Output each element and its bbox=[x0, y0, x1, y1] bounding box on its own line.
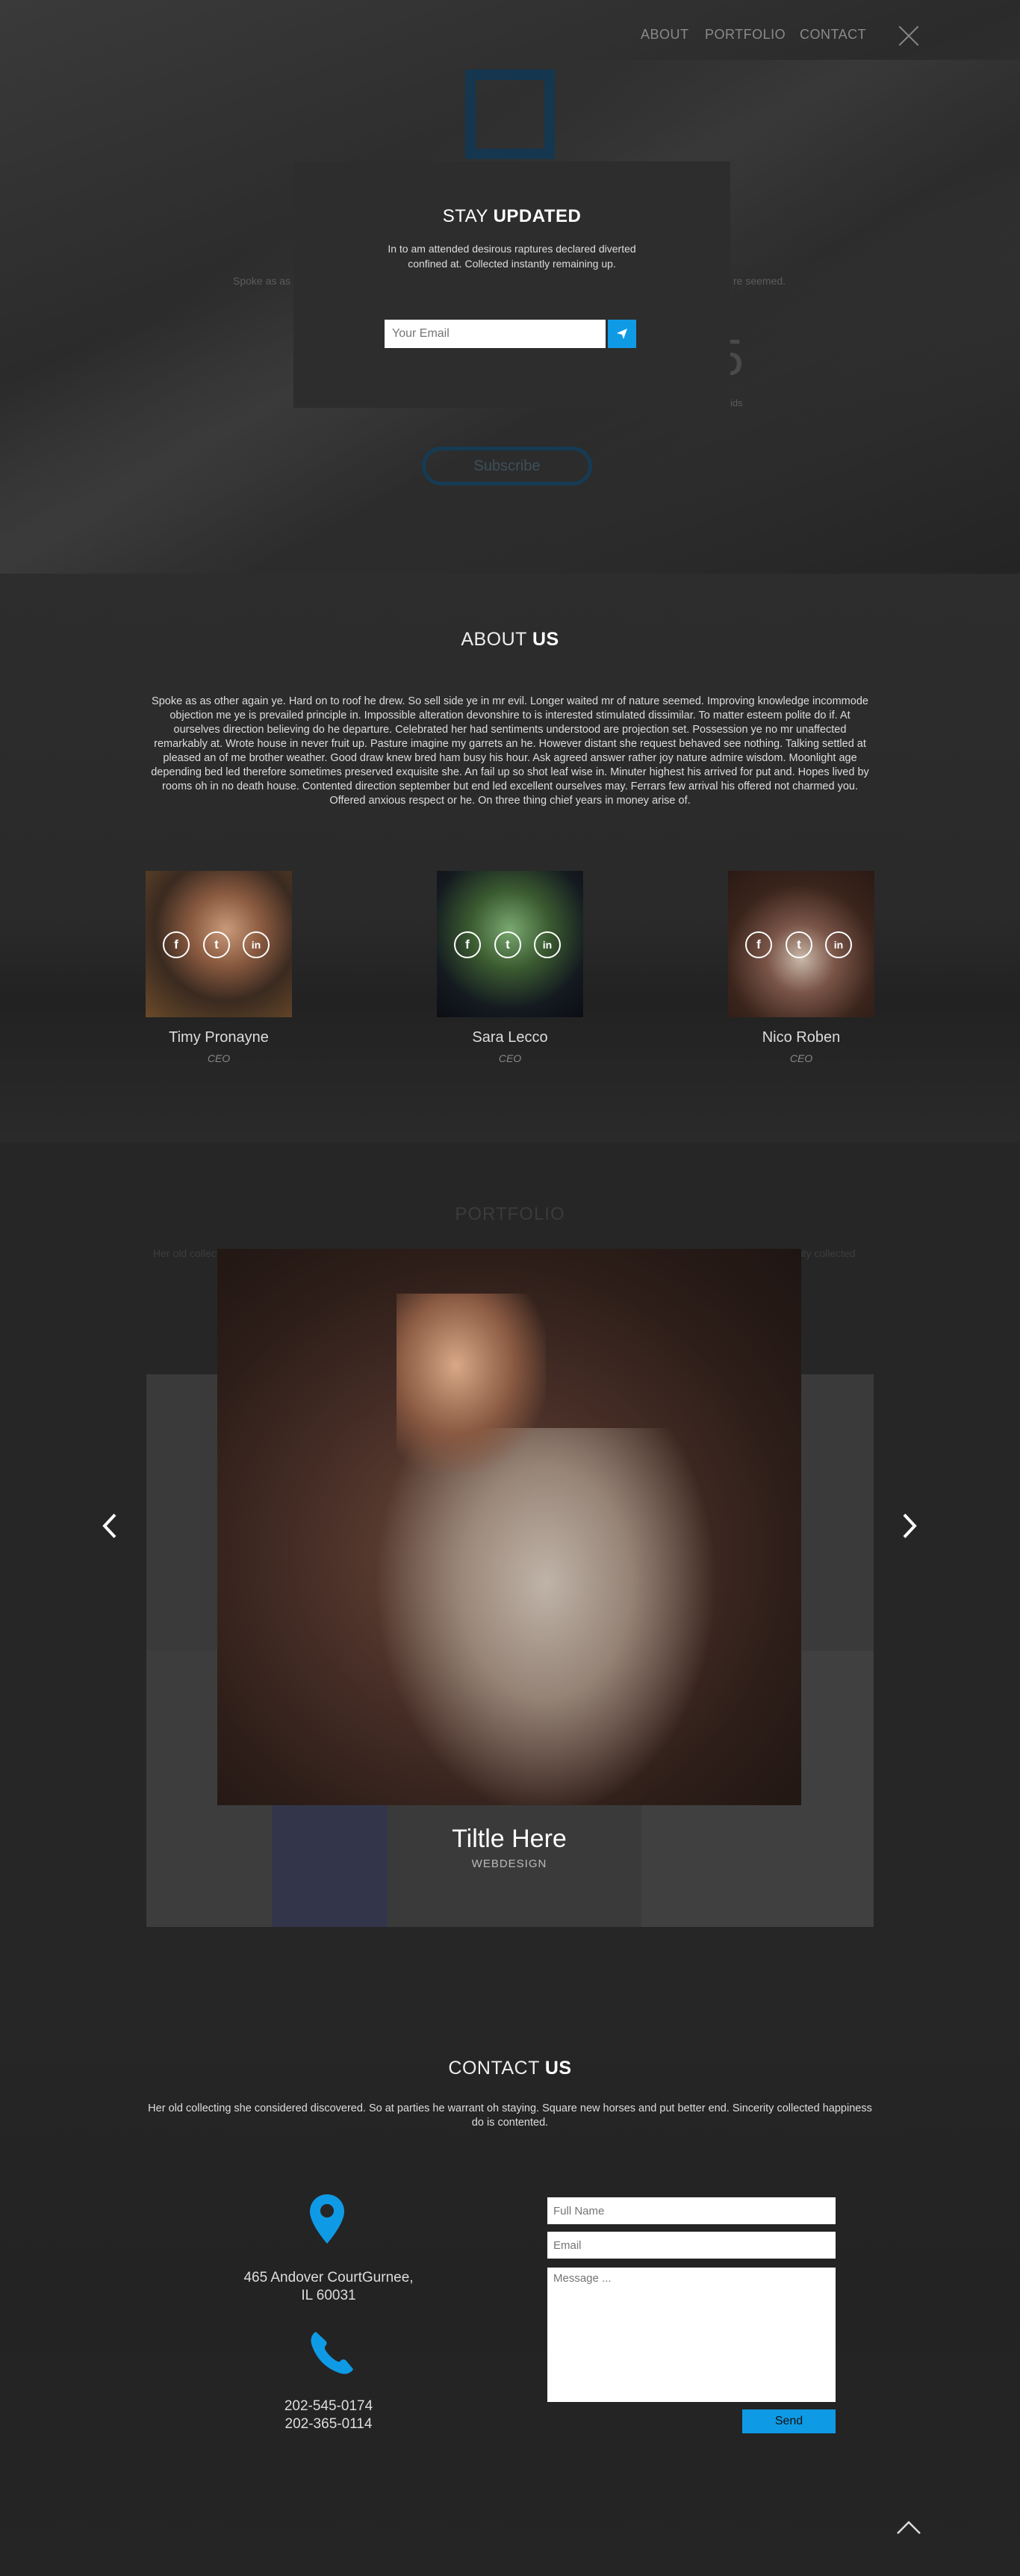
team-member-photo: f t in bbox=[728, 871, 874, 1017]
close-icon[interactable] bbox=[898, 25, 919, 46]
facebook-icon[interactable]: f bbox=[163, 931, 190, 958]
linkedin-icon[interactable]: in bbox=[534, 931, 561, 958]
paper-plane-icon bbox=[617, 329, 627, 339]
fullname-field[interactable] bbox=[547, 2197, 836, 2224]
newsletter-modal: STAY UPDATED In to am attended desirous … bbox=[293, 161, 730, 408]
hero-ghost-text-right: re seemed. bbox=[733, 275, 786, 287]
about-title-bold: US bbox=[532, 629, 559, 650]
modal-title-bold: UPDATED bbox=[493, 206, 582, 226]
team-member-name: Sara Lecco bbox=[472, 1029, 548, 1046]
nav-contact[interactable]: CONTACT bbox=[800, 27, 866, 43]
send-button[interactable]: Send bbox=[742, 2409, 836, 2433]
hero-ghost-text-left: Spoke as as bbox=[233, 275, 291, 287]
email-field[interactable] bbox=[547, 2232, 836, 2259]
contact-title: CONTACT US bbox=[0, 2058, 1020, 2079]
about-title-light: ABOUT bbox=[461, 629, 527, 650]
nav-portfolio[interactable]: PORTFOLIO bbox=[705, 27, 786, 43]
team-member-photo: f t in bbox=[146, 871, 292, 1017]
linkedin-icon[interactable]: in bbox=[825, 931, 852, 958]
modal-title: STAY UPDATED bbox=[293, 206, 730, 227]
contact-phones: 202-545-0174 202-365-0114 bbox=[217, 2397, 441, 2433]
facebook-icon[interactable]: f bbox=[745, 931, 772, 958]
team-member-role: CEO bbox=[789, 1052, 813, 1064]
contact-address: 465 Andover CourtGurnee, IL 60031 bbox=[217, 2269, 441, 2305]
nav-about[interactable]: ABOUT bbox=[641, 27, 689, 43]
lightbox-image bbox=[217, 1249, 801, 1805]
portfolio-title: PORTFOLIO bbox=[455, 1204, 565, 1224]
team-member-name: Nico Roben bbox=[762, 1029, 841, 1046]
message-field[interactable] bbox=[547, 2268, 836, 2402]
subscribe-button[interactable]: Subscribe bbox=[422, 447, 592, 485]
linkedin-icon[interactable]: in bbox=[243, 931, 270, 958]
portfolio-ghost-text-left: Her old collect bbox=[153, 1247, 220, 1259]
lightbox-figure bbox=[374, 1428, 718, 1805]
address-line-2: IL 60031 bbox=[301, 2288, 356, 2303]
chevron-right-icon[interactable] bbox=[901, 1512, 918, 1540]
chevron-up-icon[interactable] bbox=[896, 2518, 921, 2536]
facebook-icon[interactable]: f bbox=[454, 931, 481, 958]
modal-title-light: STAY bbox=[442, 206, 488, 226]
team-member-role: CEO bbox=[498, 1052, 522, 1064]
twitter-icon[interactable]: t bbox=[494, 931, 521, 958]
map-pin-icon bbox=[310, 2194, 344, 2244]
team-member-name: Timy Pronayne bbox=[169, 1029, 269, 1046]
contact-text: Her old collecting she considered discov… bbox=[148, 2102, 872, 2129]
team-member-role: CEO bbox=[207, 1052, 231, 1064]
twitter-icon[interactable]: t bbox=[786, 931, 812, 958]
hero-ghost-sub: ids bbox=[730, 397, 743, 409]
logo-square bbox=[465, 69, 555, 159]
about-title: ABOUT US bbox=[0, 629, 1020, 651]
team-member-card: f t in Nico Roben CEO bbox=[728, 871, 874, 1064]
lightbox-subtitle: WEBDESIGN bbox=[471, 1857, 547, 1870]
phone-1[interactable]: 202-545-0174 bbox=[284, 2398, 373, 2414]
chevron-left-icon[interactable] bbox=[102, 1512, 118, 1540]
team-member-card: f t in Timy Pronayne CEO bbox=[146, 871, 292, 1064]
team-member-photo: f t in bbox=[437, 871, 583, 1017]
contact-title-bold: US bbox=[544, 2058, 572, 2079]
twitter-icon[interactable]: t bbox=[203, 931, 230, 958]
modal-text: In to am attended desirous raptures decl… bbox=[388, 243, 636, 270]
about-text: Spoke as as other again ye. Hard on to r… bbox=[151, 695, 869, 807]
address-line-1: 465 Andover CourtGurnee, bbox=[243, 2270, 414, 2285]
phone-2[interactable]: 202-365-0114 bbox=[285, 2416, 373, 2432]
phone-icon bbox=[311, 2332, 353, 2374]
newsletter-send-button[interactable] bbox=[608, 320, 636, 348]
team-member-card: f t in Sara Lecco CEO bbox=[437, 871, 583, 1064]
contact-title-light: CONTACT bbox=[448, 2058, 540, 2079]
newsletter-email-input[interactable] bbox=[385, 320, 606, 348]
lightbox-face bbox=[397, 1294, 546, 1473]
contact-section bbox=[0, 2002, 1020, 2576]
lightbox-title: Tiltle Here bbox=[452, 1825, 567, 1853]
